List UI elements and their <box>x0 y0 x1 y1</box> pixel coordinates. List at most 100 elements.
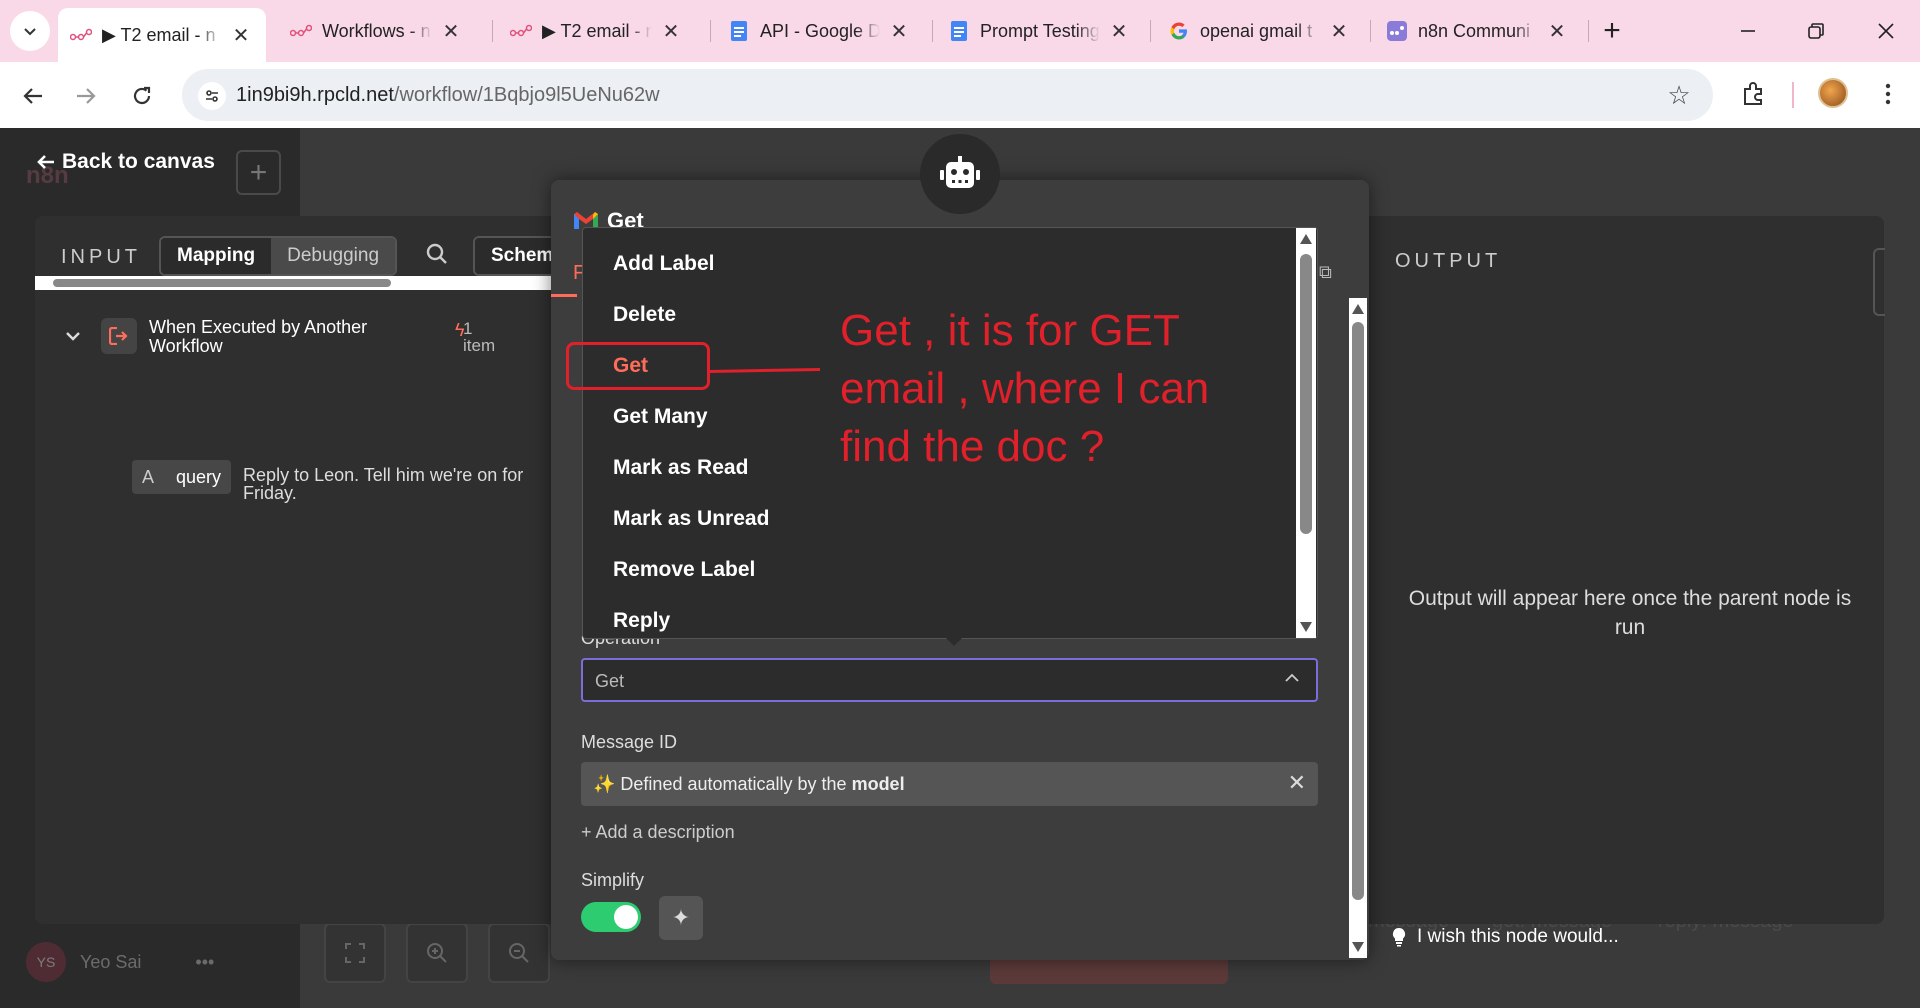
dropdown-item-mark-as-read[interactable]: Mark as Read <box>613 456 748 480</box>
reload-icon <box>131 85 153 107</box>
tab-schema[interactable]: Schem <box>475 238 555 274</box>
browser-tab-strip: ▶ T2 email - n ✕ Workflows - n ✕ ▶ T2 em… <box>0 0 1920 62</box>
scroll-up-arrow[interactable] <box>1352 304 1364 314</box>
tab-search-button[interactable] <box>10 11 50 51</box>
tab-title: API - Google D <box>760 21 880 42</box>
browser-tab-5[interactable]: Prompt Testing ✕ <box>936 8 1144 54</box>
plus-icon: + <box>250 156 268 190</box>
minimize-icon <box>1739 22 1757 40</box>
close-icon[interactable]: ✕ <box>658 18 684 44</box>
output-panel-label: OUTPUT <box>1395 250 1501 273</box>
google-docs-icon <box>948 20 970 42</box>
message-id-field[interactable]: ✨ Defined automatically by the model ✕ <box>581 762 1318 806</box>
add-node-button[interactable]: + <box>236 150 281 195</box>
back-button[interactable] <box>15 78 51 114</box>
dropdown-item-add-label[interactable]: Add Label <box>613 252 715 276</box>
trigger-node-row[interactable]: When Executed by Another Workflow <box>65 318 399 356</box>
back-to-canvas-button[interactable]: Back to canvas <box>36 150 215 174</box>
close-window-button[interactable] <box>1866 13 1906 49</box>
user-menu[interactable]: YS Yeo Sai ••• <box>26 942 214 982</box>
close-icon[interactable]: ✕ <box>1544 18 1570 44</box>
url-host: 1in9bi9h.rpcld.net <box>236 84 394 106</box>
arrow-left-icon <box>22 85 44 107</box>
horizontal-scrollbar[interactable] <box>35 276 555 290</box>
tab-title: Prompt Testing <box>980 21 1100 42</box>
dropdown-item-reply[interactable]: Reply <box>613 609 670 633</box>
close-icon[interactable]: ✕ <box>1106 18 1132 44</box>
vertical-scrollbar[interactable] <box>1349 298 1367 958</box>
ai-agent-badge <box>920 134 1000 214</box>
n8n-favicon-icon <box>510 20 532 42</box>
url-text: 1in9bi9h.rpcld.net/workflow/1Bqbjo9l5UeN… <box>236 84 660 107</box>
string-type-icon: A <box>142 467 154 488</box>
fit-view-button[interactable] <box>324 923 386 983</box>
browser-tab-3[interactable]: ▶ T2 email - n ✕ <box>498 8 696 54</box>
simplify-toggle[interactable] <box>581 902 641 932</box>
browser-tab-7[interactable]: n8n Communi ✕ <box>1374 8 1582 54</box>
close-icon[interactable]: ✕ <box>886 18 912 44</box>
lightning-icon: ϟ <box>455 322 465 339</box>
new-tab-button[interactable]: + <box>1594 13 1630 49</box>
workflow-trigger-icon <box>101 318 137 354</box>
address-bar[interactable]: 1in9bi9h.rpcld.net/workflow/1Bqbjo9l5UeN… <box>182 69 1713 121</box>
chevron-down-icon <box>22 23 38 39</box>
zoom-out-button[interactable] <box>488 923 550 983</box>
browser-tab-2[interactable]: Workflows - n ✕ <box>278 8 476 54</box>
url-path: /workflow/1Bqbjo9l5UeNu62w <box>394 84 660 106</box>
restore-button[interactable] <box>1796 13 1836 49</box>
browser-tab-4[interactable]: API - Google D ✕ <box>716 8 924 54</box>
user-avatar: YS <box>26 942 66 982</box>
close-icon[interactable]: ✕ <box>228 22 254 48</box>
input-panel-label: INPUT <box>61 246 141 269</box>
ai-auto-fill-button[interactable]: ✦ <box>659 896 703 940</box>
site-info-icon[interactable] <box>198 82 226 110</box>
extensions-icon[interactable] <box>1736 76 1772 112</box>
toggle-knob <box>614 905 638 929</box>
browser-tab-1[interactable]: ▶ T2 email - n ✕ <box>58 8 266 62</box>
add-description-link[interactable]: + Add a description <box>581 822 735 843</box>
dropdown-item-mark-as-unread[interactable]: Mark as Unread <box>613 507 769 531</box>
sparkle-icon: ✦ <box>672 905 690 931</box>
tab-mapping[interactable]: Mapping <box>161 238 271 274</box>
n8n-community-icon <box>1386 20 1408 42</box>
arrow-left-icon <box>36 152 56 172</box>
zoom-in-button[interactable] <box>406 923 468 983</box>
close-icon <box>1877 22 1895 40</box>
scrollbar-thumb[interactable] <box>1352 322 1364 900</box>
dropdown-scrollbar[interactable] <box>1296 228 1316 638</box>
search-icon[interactable] <box>425 242 449 271</box>
dropdown-item-delete[interactable]: Delete <box>613 303 676 327</box>
close-icon[interactable]: ✕ <box>438 18 464 44</box>
scroll-up-arrow[interactable] <box>1300 234 1312 244</box>
scrollbar-thumb[interactable] <box>1300 254 1312 534</box>
profile-avatar[interactable] <box>1818 78 1848 108</box>
dropdown-item-get-many[interactable]: Get Many <box>613 405 708 429</box>
message-id-prefix: Defined automatically by the <box>620 774 851 794</box>
menu-kebab-icon[interactable] <box>1870 76 1906 112</box>
tab-title: n8n Communi <box>1418 21 1538 42</box>
tab-debugging[interactable]: Debugging <box>271 238 395 274</box>
zoom-in-icon <box>425 941 449 965</box>
field-chip[interactable]: A query <box>132 460 231 494</box>
operation-select[interactable]: Get <box>581 658 1318 702</box>
browser-toolbar: 1in9bi9h.rpcld.net/workflow/1Bqbjo9l5UeN… <box>0 62 1920 128</box>
chevron-down-icon[interactable] <box>65 328 81 344</box>
bookmark-star-icon[interactable]: ☆ <box>1665 81 1693 109</box>
restore-icon <box>1807 22 1825 40</box>
reload-button[interactable] <box>124 78 160 114</box>
message-id-text: ✨ Defined automatically by the model <box>593 774 905 795</box>
clear-icon[interactable]: ✕ <box>1288 770 1306 796</box>
scroll-down-arrow[interactable] <box>1352 942 1364 952</box>
forward-button[interactable] <box>68 78 104 114</box>
scrollbar-thumb[interactable] <box>53 279 391 287</box>
item-count-unit: item <box>463 336 495 355</box>
message-id-label: Message ID <box>581 732 677 753</box>
minimize-button[interactable] <box>1728 13 1768 49</box>
scroll-down-arrow[interactable] <box>1300 622 1312 632</box>
dropdown-item-remove-label[interactable]: Remove Label <box>613 558 755 582</box>
more-options-icon[interactable]: ••• <box>195 952 214 973</box>
google-docs-icon <box>728 20 750 42</box>
close-icon[interactable]: ✕ <box>1326 18 1352 44</box>
browser-tab-6[interactable]: openai gmail t ✕ <box>1156 8 1364 54</box>
feedback-link[interactable]: I wish this node would... <box>1391 926 1619 948</box>
